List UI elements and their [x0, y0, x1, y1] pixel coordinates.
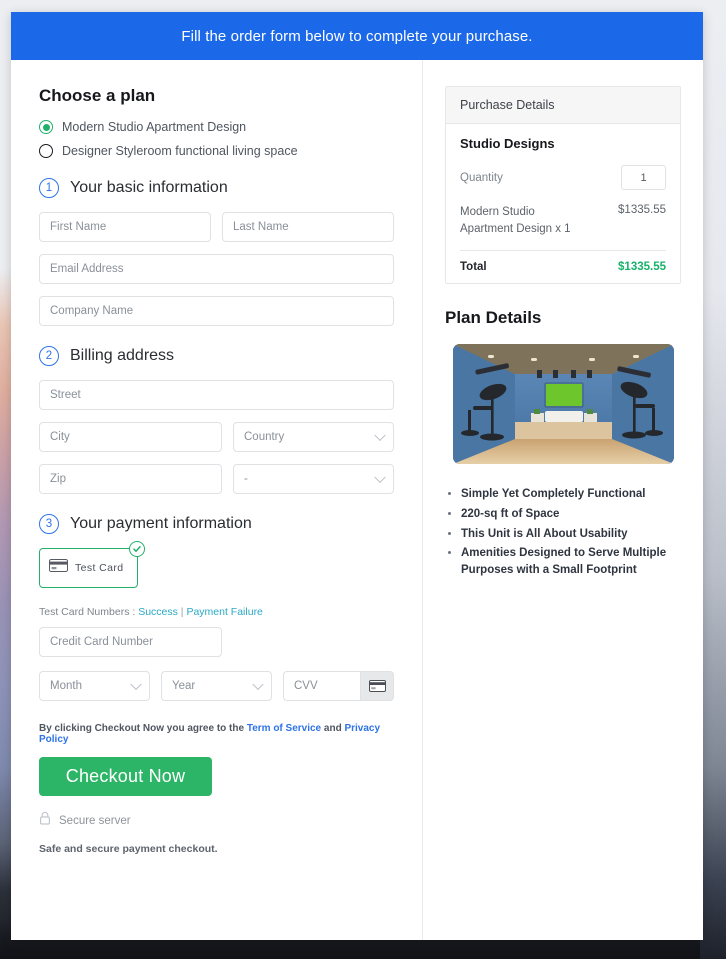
company-name-input[interactable] — [39, 296, 394, 326]
background-right-edge — [700, 0, 726, 959]
card-number-row — [39, 627, 394, 657]
plan-option-label: Modern Studio Apartment Design — [62, 120, 247, 134]
expiry-month-select[interactable] — [39, 671, 150, 701]
credit-card-icon — [49, 559, 68, 577]
radio-unselected-icon[interactable] — [39, 144, 53, 158]
product-title: Studio Designs — [460, 136, 555, 151]
step-number-badge: 1 — [39, 178, 59, 198]
quantity-row: Quantity — [460, 165, 666, 190]
choose-a-plan-heading: Choose a plan — [39, 86, 156, 105]
summary-divider — [460, 250, 666, 252]
expiry-year-select[interactable] — [161, 671, 272, 701]
total-row: Total $1335.55 — [460, 261, 666, 273]
step-label: Your payment information — [70, 515, 252, 532]
country-select-wrapper[interactable] — [233, 422, 394, 452]
card-body: Choose a plan Modern Studio Apartment De… — [11, 60, 703, 940]
safe-checkout-note: Safe and secure payment checkout. — [39, 843, 218, 855]
list-item: Amenities Designed to Serve Multiple Pur… — [461, 545, 681, 578]
city-country-row — [39, 422, 394, 452]
page-root: Fill the order form below to complete yo… — [0, 0, 726, 959]
check-circle-icon — [129, 541, 145, 557]
list-item: This Unit is All About Usability — [461, 526, 681, 543]
step-number-badge: 2 — [39, 346, 59, 366]
list-item: 220-sq ft of Space — [461, 506, 681, 523]
radio-selected-icon[interactable] — [39, 120, 53, 134]
line-item-row: Modern Studio Apartment Design x 1 $1335… — [460, 204, 666, 237]
plan-option-designer-styleroom[interactable]: Designer Styleroom functional living spa… — [39, 144, 394, 158]
test-card-numbers-note: Test Card Numbers : Success | Payment Fa… — [39, 606, 394, 618]
purchase-details-header: Purchase Details — [446, 87, 680, 124]
zip-state-row — [39, 464, 394, 494]
terms-notice: By clicking Checkout Now you agree to th… — [39, 723, 394, 745]
banner-text: Fill the order form below to complete yo… — [181, 27, 533, 45]
quantity-label: Quantity — [460, 171, 503, 184]
zip-input[interactable] — [39, 464, 222, 494]
plan-bullet-list: Simple Yet Completely Functional 220-sq … — [445, 486, 681, 578]
month-select-wrapper[interactable] — [39, 671, 150, 701]
header-banner: Fill the order form below to complete yo… — [11, 12, 703, 60]
step-label: Billing address — [70, 347, 175, 364]
step-label: Your basic information — [70, 179, 228, 196]
form-column: Choose a plan Modern Studio Apartment De… — [11, 60, 422, 940]
country-select[interactable] — [233, 422, 394, 452]
line-item-amount: $1335.55 — [618, 204, 666, 216]
lock-icon — [39, 811, 51, 830]
terms-prefix: By clicking Checkout Now you agree to th… — [39, 723, 247, 734]
success-card-link[interactable]: Success — [138, 606, 178, 618]
secure-server-row: Secure server — [39, 811, 394, 830]
plan-details-heading: Plan Details — [445, 308, 542, 328]
list-item: Simple Yet Completely Functional — [461, 486, 681, 503]
last-name-input[interactable] — [222, 212, 394, 242]
line-item-description: Modern Studio Apartment Design x 1 — [460, 206, 571, 235]
step-billing-address: 2 Billing address — [39, 346, 394, 366]
cvv-input[interactable] — [283, 671, 360, 701]
credit-card-number-input[interactable] — [39, 627, 222, 657]
secure-server-label: Secure server — [59, 814, 131, 827]
email-row — [39, 254, 394, 284]
cvv-help-card-icon[interactable] — [360, 671, 394, 701]
payment-method-label: Test Card — [75, 562, 124, 574]
test-numbers-prefix: Test Card Numbers : — [39, 606, 139, 618]
email-input[interactable] — [39, 254, 394, 284]
step-payment-information: 3 Your payment information — [39, 514, 394, 534]
quantity-input[interactable] — [621, 165, 666, 190]
checkout-card: Fill the order form below to complete yo… — [11, 12, 703, 940]
terms-and: and — [321, 723, 345, 734]
cvv-group — [283, 671, 394, 701]
plan-option-label: Designer Styleroom functional living spa… — [62, 144, 298, 158]
total-label: Total — [460, 261, 487, 274]
state-select[interactable] — [233, 464, 394, 494]
step-basic-information: 1 Your basic information — [39, 178, 394, 198]
company-row — [39, 296, 394, 326]
city-input[interactable] — [39, 422, 222, 452]
year-select-wrapper[interactable] — [161, 671, 272, 701]
total-amount: $1335.55 — [618, 261, 666, 274]
street-row — [39, 380, 394, 410]
step-number-badge: 3 — [39, 514, 59, 534]
plan-option-modern-studio[interactable]: Modern Studio Apartment Design — [39, 120, 394, 134]
studio-room-photo — [452, 344, 674, 465]
purchase-details-body: Studio Designs Quantity Modern Studio Ap… — [446, 124, 680, 283]
payment-failure-card-link[interactable]: Payment Failure — [186, 606, 262, 618]
state-select-wrapper[interactable] — [233, 464, 394, 494]
payment-method-test-card[interactable]: Test Card — [39, 541, 145, 588]
first-name-input[interactable] — [39, 212, 211, 242]
terms-of-service-link[interactable]: Term of Service — [247, 723, 321, 734]
purchase-details-box: Purchase Details Studio Designs Quantity… — [445, 86, 681, 285]
checkout-now-button[interactable]: Checkout Now — [39, 757, 212, 796]
name-row — [39, 212, 394, 242]
street-input[interactable] — [39, 380, 394, 410]
expiry-cvv-row — [39, 671, 394, 701]
summary-column: Purchase Details Studio Designs Quantity… — [423, 60, 703, 940]
